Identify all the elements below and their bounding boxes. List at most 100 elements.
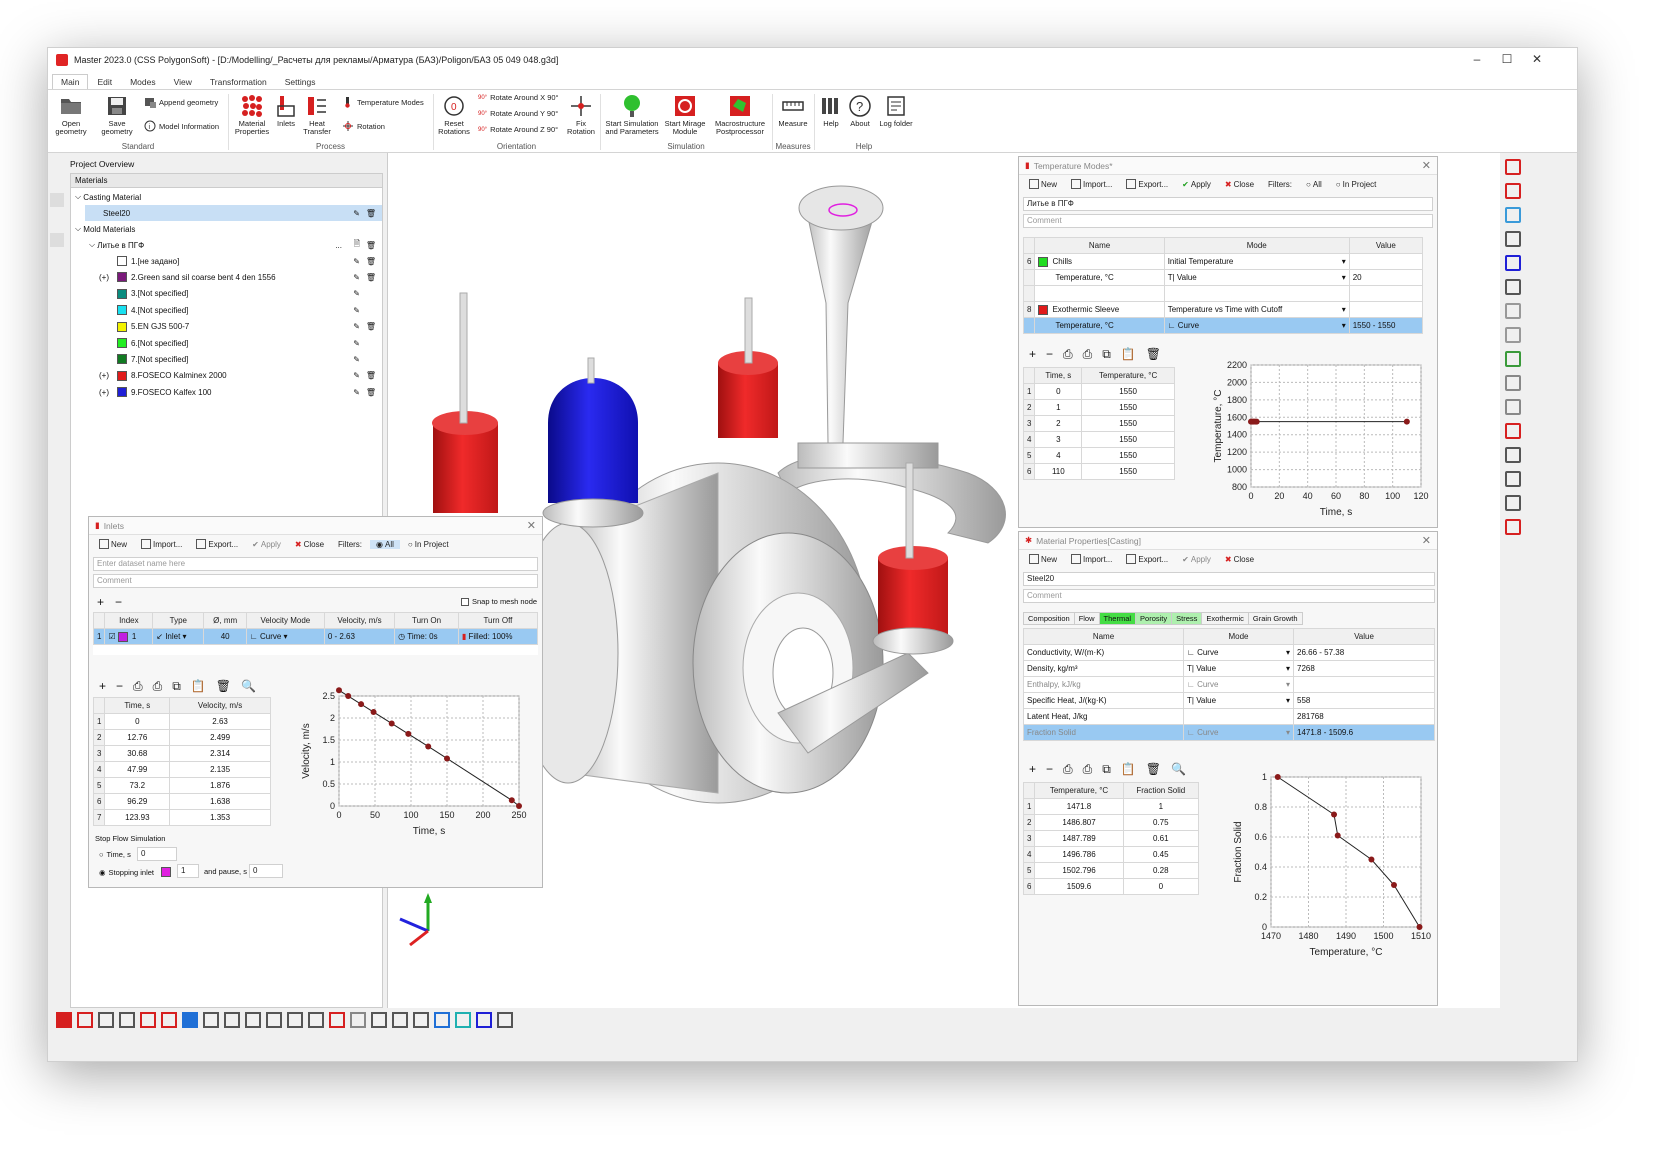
dropdown-icon[interactable]: ▾	[1342, 273, 1346, 282]
mold-material-row[interactable]: 5.EN GJS 500-7 ✎ 🗑	[99, 319, 382, 335]
table-row[interactable]: Temperature, °C ∟ Curve ▾ 1550 - 1550	[1022, 317, 1424, 334]
color-swatch[interactable]	[117, 354, 127, 365]
rotate-z-button[interactable]: 90° Rotate Around Z 90°	[478, 125, 558, 134]
table-row[interactable]: 6 96.29 1.638	[92, 793, 271, 810]
measure-button[interactable]: Measure	[776, 94, 810, 128]
table-row[interactable]: 4 1496.786 0.45	[1022, 846, 1200, 863]
table-row[interactable]: 3 2 1550	[1022, 415, 1175, 432]
tab-flow[interactable]: Flow	[1073, 612, 1100, 625]
table-row[interactable]: 2 1 1550	[1022, 399, 1175, 416]
table-row[interactable]: 4 3 1550	[1022, 431, 1175, 448]
material-properties-button[interactable]: Material Properties	[234, 94, 270, 136]
table-row[interactable]: Latent Heat, J/kg 281768	[1023, 708, 1435, 725]
export-icon[interactable]: ⎙	[1083, 762, 1093, 777]
table-row[interactable]: 2 1486.807 0.75	[1022, 814, 1200, 831]
display-mode-13-icon[interactable]	[308, 1012, 324, 1028]
mold-group-node[interactable]: ⌵ Литье в ПГФ ... 🗎 🗑	[89, 237, 382, 253]
trash-icon[interactable]: 🗑	[366, 322, 376, 331]
display-mode-18-icon[interactable]	[413, 1012, 429, 1028]
filter-all-radio[interactable]: ○ All	[1300, 180, 1328, 189]
table-row[interactable]: Fraction Solid ∟ Curve ▾ 1471.8 - 1509.6	[1023, 724, 1435, 741]
copy-icon[interactable]: ⧉	[1102, 762, 1111, 777]
table-row[interactable]: 1 1471.8 1	[1022, 798, 1200, 815]
mold-material-row[interactable]: (+) 8.FOSECO Kalminex 2000 ✎ 🗑	[99, 368, 382, 384]
view-tool-2-icon[interactable]	[1505, 183, 1521, 199]
import-icon[interactable]: ⎙	[1063, 762, 1073, 777]
close-icon[interactable]: ✕	[1422, 534, 1431, 547]
display-mode-9-icon[interactable]	[224, 1012, 240, 1028]
table-row[interactable]: 3 30.68 2.314	[92, 745, 271, 762]
table-row[interactable]: 7 123.93 1.353	[92, 809, 271, 826]
tab-view[interactable]: View	[165, 74, 201, 89]
tab-stress[interactable]: Stress	[1171, 612, 1203, 625]
model-information-button[interactable]: i Model Information	[144, 120, 219, 132]
add-icon[interactable]: +	[1029, 762, 1036, 777]
apply-button[interactable]: ✔ Apply	[1176, 555, 1217, 564]
dropdown-icon[interactable]: ▾	[1286, 696, 1290, 705]
help-button[interactable]: Help	[818, 94, 844, 128]
paste-icon[interactable]: 📋	[1121, 347, 1136, 362]
table-row[interactable]: 6 Chills Initial Temperature ▾	[1022, 253, 1424, 270]
time-radio[interactable]: ○ Time, s	[99, 850, 131, 859]
table-row[interactable]: 1 0 2.63	[92, 713, 271, 730]
maximize-button[interactable]: ☐	[1493, 52, 1521, 68]
view-tool-10-icon[interactable]	[1505, 375, 1521, 391]
mold-material-row[interactable]: (+) 9.FOSECO Kalfex 100 ✎ 🗑	[99, 384, 382, 400]
table-row[interactable]	[1022, 285, 1424, 302]
view-tool-12-icon[interactable]	[1505, 423, 1521, 439]
stopping-inlet-spinner[interactable]: 1	[177, 864, 199, 878]
filter-in-project-radio[interactable]: ○ In Project	[1330, 180, 1383, 189]
log-folder-button[interactable]: Log folder	[878, 94, 914, 128]
trash-icon[interactable]: 🗑	[366, 273, 376, 282]
color-swatch[interactable]	[117, 321, 127, 332]
table-row[interactable]: 4 47.99 2.135	[92, 761, 271, 778]
dataset-name-input[interactable]: Литье в ПГФ	[1023, 197, 1433, 211]
color-swatch[interactable]	[117, 272, 127, 283]
display-mode-16-icon[interactable]	[371, 1012, 387, 1028]
table-row[interactable]: 1 0 1550	[1022, 383, 1175, 400]
copy-icon[interactable]: ⧉	[1102, 347, 1111, 362]
rotate-x-button[interactable]: 90° Rotate Around X 90°	[478, 93, 559, 102]
display-mode-14-icon[interactable]	[329, 1012, 345, 1028]
add-icon[interactable]: +	[1029, 347, 1036, 362]
dropdown-icon[interactable]: ▾	[1286, 648, 1290, 657]
snap-checkbox[interactable]: Snap to mesh node	[461, 597, 537, 606]
steel-material-row[interactable]: Steel20 ✎ 🗑	[85, 205, 382, 221]
color-swatch[interactable]	[117, 338, 127, 348]
pause-input[interactable]: 0	[249, 864, 283, 878]
display-mode-12-icon[interactable]	[287, 1012, 303, 1028]
view-tool-1-icon[interactable]	[1505, 159, 1521, 175]
display-mode-2-icon[interactable]	[77, 1012, 93, 1028]
remove-icon[interactable]: −	[1046, 762, 1053, 777]
heat-transfer-button[interactable]: Heat Transfer	[302, 94, 332, 136]
expand-badge[interactable]: (+)	[99, 388, 117, 397]
casting-material-node[interactable]: ⌵ Casting Material	[75, 189, 141, 205]
edit-icon[interactable]: ✎	[353, 209, 360, 218]
import-button[interactable]: Import...	[1065, 554, 1118, 564]
edit-icon[interactable]: ✎	[353, 257, 360, 266]
close-button[interactable]: ✖ Close	[1219, 180, 1260, 189]
tab-modes[interactable]: Modes	[121, 74, 165, 89]
open-geometry-button[interactable]: Open geometry	[54, 94, 88, 136]
mold-material-row[interactable]: 3.[Not specified] ✎	[99, 286, 382, 302]
mold-material-row[interactable]: 1.[не задано] ✎ 🗑	[99, 253, 382, 269]
trash-icon[interactable]: 🗑	[216, 679, 231, 694]
zoom-icon[interactable]: 🔍	[1171, 762, 1186, 777]
tab-edit[interactable]: Edit	[88, 74, 121, 89]
add-icon[interactable]: +	[99, 679, 106, 694]
display-mode-17-icon[interactable]	[392, 1012, 408, 1028]
paste-icon[interactable]: 📋	[1121, 762, 1136, 777]
add-file-icon[interactable]: 🗎	[354, 238, 360, 252]
view-tool-13-icon[interactable]	[1505, 447, 1521, 463]
expand-badge[interactable]: (+)	[99, 273, 117, 282]
minimize-button[interactable]: –	[1463, 52, 1491, 68]
view-tool-16-icon[interactable]	[1505, 519, 1521, 535]
comment-input[interactable]: Comment	[1023, 589, 1435, 603]
display-mode-6-icon[interactable]	[161, 1012, 177, 1028]
inlets-button[interactable]: Inlets	[274, 94, 298, 128]
dropdown-icon[interactable]: ▾	[1342, 305, 1346, 314]
view-tool-9-icon[interactable]	[1505, 351, 1521, 367]
save-geometry-button[interactable]: Save geometry	[100, 94, 134, 136]
edit-icon[interactable]: ✎	[353, 388, 360, 397]
view-tool-15-icon[interactable]	[1505, 495, 1521, 511]
